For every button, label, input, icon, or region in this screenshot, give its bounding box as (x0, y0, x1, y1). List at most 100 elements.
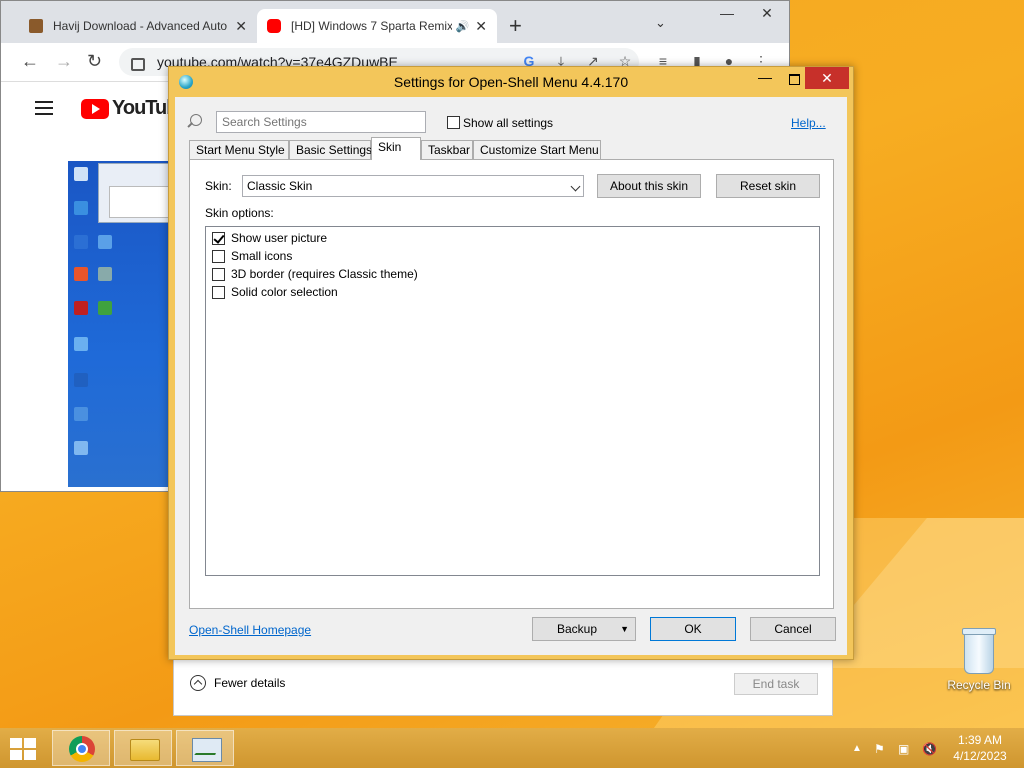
option-solid-color-selection[interactable]: Solid color selection (212, 283, 338, 301)
backup-button-label: Backup (557, 622, 598, 636)
forward-arrow-icon[interactable]: → (55, 51, 73, 72)
video-desktop-icon (74, 337, 88, 351)
about-skin-button[interactable]: About this skin (597, 174, 701, 198)
settings-dialog: Settings for Open-Shell Menu 4.4.170 — ✕… (168, 66, 854, 660)
search-settings-input[interactable] (216, 111, 426, 133)
browser-tab-havij[interactable]: Havij Download - Advanced Auto ✕ (19, 9, 257, 43)
solid-color-selection-checkbox[interactable] (212, 285, 225, 299)
video-desktop-icon (74, 267, 88, 281)
recycle-bin-icon (962, 628, 996, 674)
video-desktop-icon (74, 441, 88, 455)
tab-close-icon[interactable]: ✕ (235, 18, 247, 35)
cancel-button[interactable]: Cancel (750, 617, 836, 641)
lock-icon (131, 57, 145, 71)
video-desktop-icon (98, 235, 112, 249)
backup-button[interactable]: Backup ▼ (532, 617, 636, 641)
video-player[interactable] (68, 161, 172, 487)
taskbar: ▲ ⚑ ▣ 🔇 1:39 AM 4/12/2023 (0, 728, 1024, 768)
help-link[interactable]: Help... (791, 116, 826, 130)
audio-playing-icon[interactable]: 🔊 (456, 20, 470, 33)
video-desktop-icon (74, 167, 88, 181)
video-desktop-icon (74, 235, 88, 249)
video-dialog-frame (98, 163, 172, 223)
flag-icon[interactable]: ⚑ (874, 742, 885, 756)
tab-title: [HD] Windows 7 Sparta Remix (291, 19, 452, 33)
show-all-settings-checkbox[interactable] (447, 116, 460, 129)
dialog-titlebar[interactable]: Settings for Open-Shell Menu 4.4.170 — ✕ (169, 67, 853, 97)
tab-taskbar[interactable]: Taskbar (421, 140, 473, 159)
windows-logo-icon (24, 750, 36, 760)
video-dialog-content (109, 186, 169, 218)
havij-favicon-icon (29, 19, 43, 33)
video-desktop-icon (74, 407, 88, 421)
new-tab-button[interactable]: + (509, 13, 522, 39)
tab-title: Havij Download - Advanced Auto (53, 19, 228, 33)
browser-tab-youtube[interactable]: [HD] Windows 7 Sparta Remix 🔊 ✕ (257, 9, 497, 43)
chevron-up-icon[interactable]: ▲ (852, 743, 862, 754)
back-arrow-icon[interactable]: ← (21, 51, 39, 72)
option-small-icons[interactable]: Small icons (212, 247, 292, 265)
reload-icon[interactable]: ↻ (87, 51, 102, 72)
video-desktop-icon (98, 301, 112, 315)
option-label: 3D border (requires Classic theme) (231, 267, 418, 281)
show-all-settings-label[interactable]: Show all settings (463, 116, 553, 130)
recycle-bin-label: Recycle Bin (947, 678, 1011, 692)
3d-border-checkbox[interactable] (212, 267, 225, 281)
windows-logo-icon (10, 738, 22, 748)
folder-icon (130, 739, 160, 761)
tab-search-icon[interactable]: ⌄ (655, 15, 666, 31)
reset-skin-button[interactable]: Reset skin (716, 174, 820, 198)
volume-muted-icon[interactable]: 🔇 (922, 742, 937, 756)
tab-basic-settings[interactable]: Basic Settings (289, 140, 372, 159)
clock-date: 4/12/2023 (953, 749, 1007, 763)
chevron-down-icon (570, 181, 581, 192)
skin-dropdown[interactable]: Classic Skin (242, 175, 584, 197)
browser-tabstrip: Havij Download - Advanced Auto ✕ [HD] Wi… (1, 1, 789, 43)
skin-tab-panel: Skin: Classic Skin About this skin Reset… (189, 159, 834, 609)
open-shell-homepage-link[interactable]: Open-Shell Homepage (189, 623, 311, 637)
network-icon[interactable]: ▣ (898, 742, 909, 756)
windows-logo-icon (24, 738, 36, 748)
video-desktop-icon (98, 267, 112, 281)
taskbar-file-explorer[interactable] (114, 730, 172, 766)
option-label: Small icons (231, 249, 293, 263)
task-manager-icon (192, 738, 222, 762)
ok-button[interactable]: OK (650, 617, 736, 641)
fewer-details-button[interactable]: Fewer details (190, 675, 285, 691)
video-desktop-icon (74, 201, 88, 215)
tab-close-icon[interactable]: ✕ (475, 18, 487, 35)
end-task-button[interactable]: End task (734, 673, 818, 695)
start-button[interactable] (10, 737, 38, 761)
youtube-play-icon (81, 98, 109, 119)
chevron-up-circle-icon (190, 675, 206, 691)
skin-options-list: Show user picture Small icons 3D border … (205, 226, 820, 576)
search-icon (190, 114, 202, 126)
youtube-favicon-icon (267, 19, 281, 33)
taskbar-chrome[interactable] (52, 730, 110, 766)
windows-logo-icon (10, 750, 22, 760)
option-label: Show user picture (231, 231, 328, 245)
option-3d-border[interactable]: 3D border (requires Classic theme) (212, 265, 418, 283)
system-clock[interactable]: 1:39 AM 4/12/2023 (940, 732, 1020, 764)
dialog-client-area: Show all settings Help... Start Menu Sty… (175, 97, 847, 655)
browser-close-button[interactable]: ✕ (745, 1, 789, 29)
tab-customize-start-menu[interactable]: Customize Start Menu (473, 140, 601, 159)
skin-options-label: Skin options: (205, 206, 274, 220)
dropdown-arrow-icon: ▼ (620, 624, 629, 634)
dialog-minimize-button[interactable]: — (751, 69, 779, 91)
tab-skin[interactable]: Skin (371, 137, 421, 160)
chrome-icon (69, 736, 95, 762)
fewer-details-label: Fewer details (214, 676, 286, 690)
hamburger-menu-icon[interactable] (35, 101, 53, 115)
tab-start-menu-style[interactable]: Start Menu Style (189, 140, 289, 159)
taskbar-task-manager[interactable] (176, 730, 234, 766)
show-user-picture-checkbox[interactable] (212, 231, 225, 245)
browser-minimize-button[interactable]: — (705, 1, 749, 29)
option-label: Solid color selection (231, 285, 338, 299)
dialog-close-button[interactable]: ✕ (805, 67, 849, 89)
video-desktop-icon (74, 301, 88, 315)
option-show-user-picture[interactable]: Show user picture (212, 229, 327, 247)
clock-time: 1:39 AM (957, 733, 1003, 747)
recycle-bin-shortcut[interactable]: Recycle Bin (946, 628, 1012, 692)
small-icons-checkbox[interactable] (212, 249, 225, 263)
